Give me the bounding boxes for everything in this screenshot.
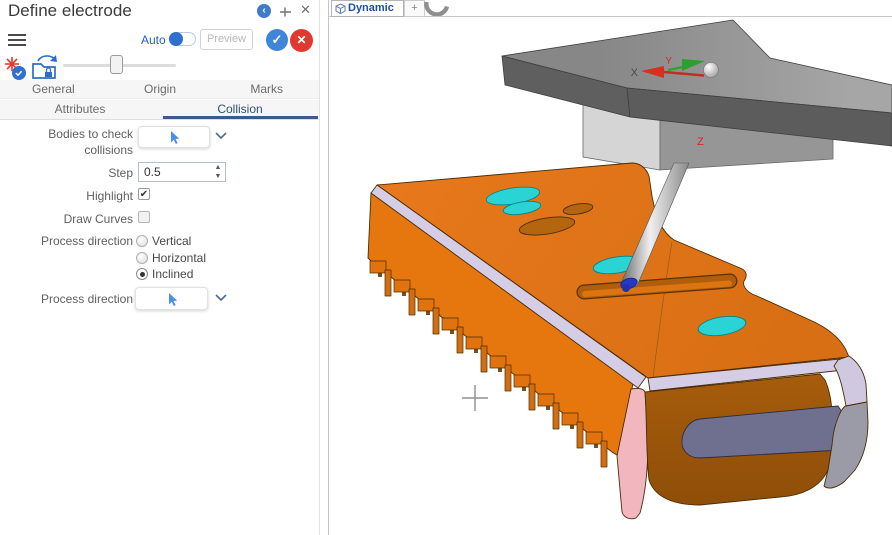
bodies-label-line1: Bodies to check	[0, 127, 133, 141]
step-spinner[interactable]: ▲▼	[212, 163, 224, 181]
process-direction2-label: Process direction	[0, 292, 133, 306]
bodies-pick-button[interactable]	[138, 126, 210, 148]
step-label: Step	[0, 166, 133, 180]
axis-label-z: Z	[697, 136, 704, 148]
preview-button[interactable]: Preview	[200, 29, 253, 50]
axis-label-x: X	[631, 67, 639, 79]
rotate-arc-icon	[423, 0, 453, 16]
define-electrode-panel: Define electrode ‹ ✕ Auto Preview ✓ ✕ Ge…	[0, 0, 320, 535]
radio-inclined-label[interactable]: Inclined	[152, 267, 193, 281]
auto-toggle[interactable]	[169, 32, 196, 46]
viewport-tabbar: Dynamic +	[329, 0, 892, 17]
radio-inclined[interactable]	[136, 268, 148, 280]
highlight-label: Highlight	[0, 189, 133, 203]
ok-button[interactable]: ✓	[266, 29, 288, 51]
tab-row-1: General Origin Marks	[0, 80, 320, 99]
draw-curves-label: Draw Curves	[0, 212, 133, 226]
cancel-button[interactable]: ✕	[290, 29, 313, 52]
viewport-tab-dynamic[interactable]: Dynamic	[331, 0, 404, 17]
step-input[interactable]	[139, 163, 213, 181]
slider-thumb[interactable]	[110, 55, 123, 74]
process-direction-pick-button[interactable]	[135, 287, 208, 310]
pin-icon[interactable]	[279, 5, 293, 18]
3d-viewport[interactable]: Z X Y	[329, 18, 892, 535]
auto-label: Auto	[141, 33, 166, 47]
tool-tip	[622, 284, 630, 292]
load-electrode-icon[interactable]	[29, 52, 63, 81]
radio-horizontal[interactable]	[136, 252, 148, 264]
bodies-expand-chevron-icon[interactable]	[215, 132, 227, 140]
process-direction-label: Process direction	[0, 234, 133, 248]
radio-vertical-label[interactable]: Vertical	[152, 234, 191, 248]
crosshair-cursor	[462, 385, 488, 411]
tab-row-2: Attributes Collision	[0, 100, 320, 120]
electrode-part[interactable]	[368, 163, 868, 519]
origin-sphere	[704, 63, 719, 78]
bodies-label-line2: collisions	[0, 143, 133, 157]
axis-label-y: Y	[665, 56, 672, 67]
menu-icon[interactable]	[8, 34, 26, 49]
tab-marks[interactable]: Marks	[213, 80, 320, 98]
viewport-tab-label: Dynamic	[348, 2, 394, 14]
panel-edge-divider	[319, 0, 320, 535]
check-collision-icon[interactable]	[2, 55, 29, 82]
close-icon[interactable]: ✕	[300, 3, 311, 17]
radio-vertical[interactable]	[136, 235, 148, 247]
active-tab-underline	[163, 116, 318, 119]
step-field-box: ▲▼	[138, 162, 226, 182]
cursor-arrow-icon	[168, 293, 179, 307]
process-direction-chevron-icon[interactable]	[215, 294, 227, 302]
end-cap-lavender	[834, 356, 867, 406]
radio-horizontal-label[interactable]: Horizontal	[152, 251, 206, 265]
tab-general[interactable]: General	[0, 80, 107, 98]
back-icon[interactable]: ‹	[257, 4, 271, 18]
tab-attributes[interactable]: Attributes	[0, 100, 160, 119]
draw-curves-checkbox[interactable]	[138, 211, 150, 223]
page-title: Define electrode	[8, 1, 132, 21]
highlight-checkbox[interactable]	[138, 188, 150, 200]
cursor-arrow-icon	[170, 131, 181, 145]
new-viewport-tab[interactable]: +	[404, 0, 425, 17]
cube-icon	[335, 3, 346, 15]
tab-origin[interactable]: Origin	[107, 80, 214, 98]
